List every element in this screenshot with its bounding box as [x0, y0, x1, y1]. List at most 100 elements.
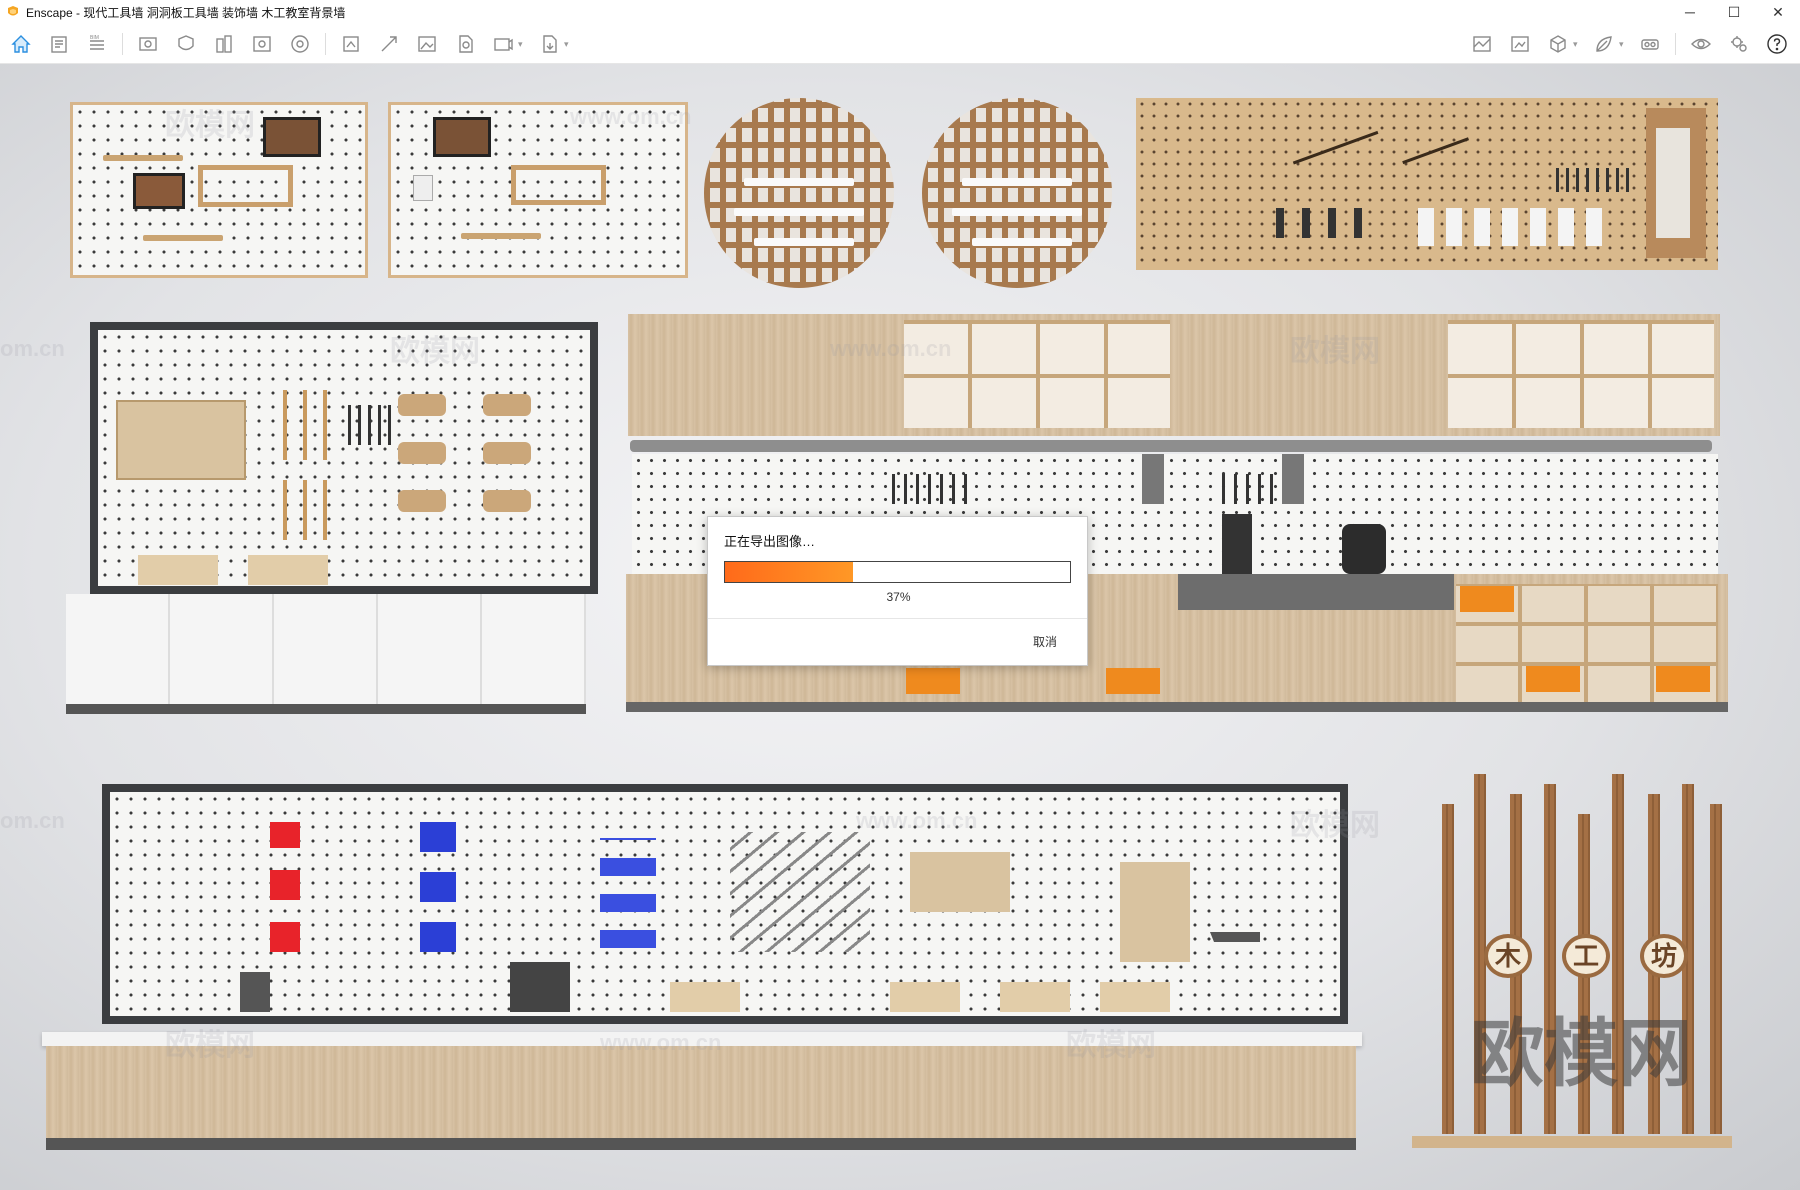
image-button[interactable]	[410, 30, 444, 58]
white-shelf	[744, 178, 854, 186]
video-icon	[494, 38, 513, 51]
buildings-icon	[216, 35, 232, 53]
open-shelf	[1448, 320, 1714, 428]
cancel-button[interactable]: 取消	[1033, 633, 1057, 650]
dust-hood	[1142, 454, 1164, 504]
bim-icon: BIM	[90, 35, 104, 50]
bim-button[interactable]: BIM	[80, 30, 114, 58]
plane-tool	[398, 490, 446, 512]
minimize-button[interactable]: ─	[1668, 0, 1712, 24]
screenshot-icon	[1511, 36, 1529, 52]
svg-text:BIM: BIM	[90, 35, 99, 41]
hammer-group	[1392, 111, 1470, 165]
sign-disc: 坊	[1640, 934, 1688, 978]
watermark: om.cn	[0, 808, 65, 833]
birch-bark	[1656, 128, 1690, 238]
material-button[interactable]	[283, 30, 317, 58]
blue-screwdriver-column	[420, 822, 456, 952]
white-cabinet-left	[66, 594, 586, 714]
dust-hood	[1282, 454, 1304, 504]
chevron-down-icon[interactable]: ▾	[1573, 39, 1583, 50]
picture-frame	[133, 173, 185, 209]
branch-pole	[1612, 774, 1624, 1134]
picture-frame	[263, 117, 321, 157]
wood-base	[1412, 1136, 1732, 1148]
clip-icon	[178, 35, 194, 51]
help-button[interactable]	[1760, 30, 1794, 58]
clip-button[interactable]	[169, 30, 203, 58]
help-icon	[1767, 34, 1787, 54]
dialog-divider	[708, 618, 1087, 619]
bench-vise	[1100, 982, 1170, 1012]
panorama-button[interactable]	[448, 30, 482, 58]
frame-button[interactable]	[334, 30, 368, 58]
round-slat-wall-2	[922, 98, 1112, 288]
vr-button[interactable]	[1633, 30, 1667, 58]
title-bar: Enscape - 现代工具墙 洞洞板工具墙 装饰墙 木工教室背景墙 ─ ☐ ✕	[0, 0, 1800, 24]
leaf-icon	[1596, 36, 1612, 52]
batch-button[interactable]	[372, 30, 406, 58]
sign-disc: 木	[1484, 934, 1532, 978]
toolbar-separator	[1675, 33, 1676, 55]
sign-disc: 工	[1562, 934, 1610, 978]
bench-vise	[670, 982, 740, 1012]
pipe-rail	[630, 440, 1712, 452]
branch-partition: 木 工 坊	[1412, 774, 1732, 1184]
wood-jig-board	[1120, 862, 1190, 962]
bench-vise	[890, 982, 960, 1012]
band-saw	[510, 962, 570, 1012]
pegboard-panel-small-1	[70, 102, 368, 278]
branch-pole	[1442, 804, 1454, 1134]
maximize-button[interactable]: ☐	[1712, 0, 1756, 24]
white-shelf	[754, 238, 854, 246]
plane-tool	[483, 394, 531, 416]
project-button[interactable]	[42, 30, 76, 58]
panorama-icon	[459, 35, 473, 53]
chevron-down-icon[interactable]: ▾	[518, 39, 528, 50]
wooden-shelf	[143, 235, 223, 241]
chevron-down-icon[interactable]: ▾	[564, 39, 574, 50]
close-button[interactable]: ✕	[1756, 0, 1800, 24]
leaf-button[interactable]	[1587, 30, 1621, 58]
orange-bin	[1460, 586, 1514, 612]
view-button[interactable]	[131, 30, 165, 58]
vr-icon	[1641, 39, 1659, 50]
white-shelf	[952, 208, 1082, 216]
branch-pole	[1710, 804, 1722, 1134]
visibility-icon	[1691, 38, 1711, 50]
hammer-row	[283, 390, 343, 460]
asset-button[interactable]	[245, 30, 279, 58]
router-tool	[240, 972, 270, 1012]
cube-button[interactable]	[1541, 30, 1575, 58]
wrench-set	[730, 832, 870, 952]
white-shelf	[972, 238, 1072, 246]
map-button[interactable]	[1465, 30, 1499, 58]
shelf-box	[511, 165, 606, 205]
screenshot-button[interactable]	[1503, 30, 1537, 58]
chisel-row	[348, 405, 398, 445]
bench-vise	[138, 555, 218, 585]
orange-bin	[906, 668, 960, 694]
visibility-button[interactable]	[1684, 30, 1718, 58]
buildings-button[interactable]	[207, 30, 241, 58]
view-icon	[139, 37, 157, 51]
export-progress-bar	[724, 561, 1071, 583]
gloves-row	[1418, 208, 1608, 246]
counter-cabinet	[46, 1046, 1356, 1150]
home-icon	[11, 35, 31, 53]
toolbar: BIM ▾ ▾ ▾ ▾	[0, 24, 1800, 83]
export-button[interactable]	[532, 30, 566, 58]
settings-icon	[1731, 36, 1747, 52]
settings-button[interactable]	[1722, 30, 1756, 58]
round-slat-wall-1	[704, 98, 894, 288]
video-button[interactable]	[486, 30, 520, 58]
white-shelf	[734, 208, 864, 216]
wood-slab	[1646, 108, 1706, 258]
paper-note	[413, 175, 433, 201]
progress-percentage: 37%	[886, 590, 911, 604]
home-button[interactable]	[4, 30, 38, 58]
chevron-down-icon[interactable]: ▾	[1619, 39, 1629, 50]
asset-icon	[253, 36, 271, 52]
image-icon	[418, 36, 436, 52]
toolbar-left-group: BIM ▾ ▾	[4, 30, 574, 58]
